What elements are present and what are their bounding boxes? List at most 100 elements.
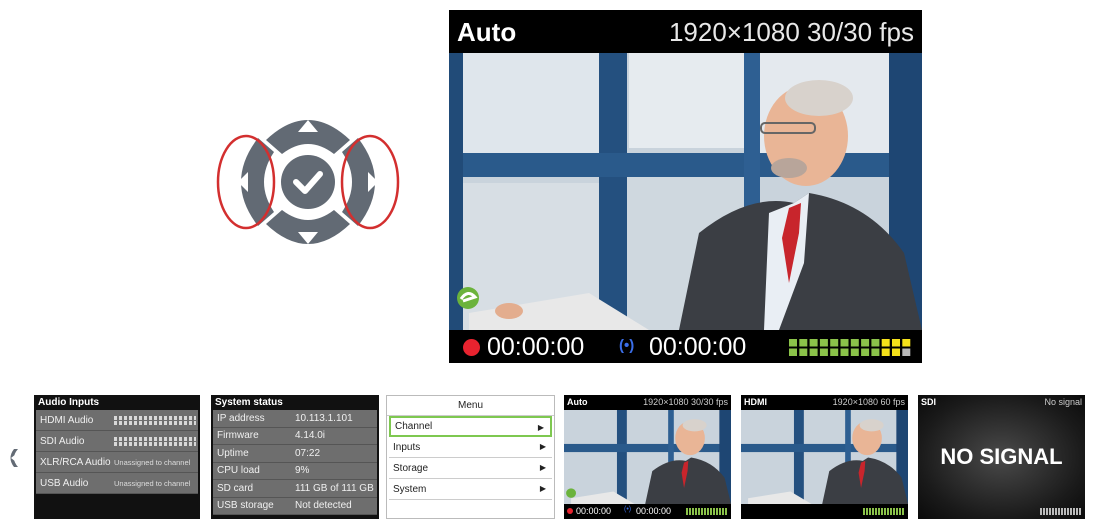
row-label: HDMI Audio [40, 414, 94, 426]
epiphan-logo-icon [457, 287, 479, 309]
menu-panel: Menu Channel ▶ Inputs ▶ Storage ▶ System ▶ [386, 395, 555, 519]
thumb-footer [918, 504, 1085, 519]
menu-item-channel[interactable]: Channel ▶ [389, 416, 552, 437]
video-frame-image [564, 410, 731, 504]
meter-segment [840, 348, 849, 356]
row-label: IP address [217, 412, 265, 424]
chevron-right-icon: ▶ [539, 484, 546, 493]
meter-segment [871, 348, 880, 356]
thumb-header: SDI No signal [918, 395, 1085, 410]
audio-row-sdi[interactable]: SDI Audio [36, 431, 198, 452]
menu-item-storage[interactable]: Storage ▶ [389, 458, 552, 479]
meter-segment [819, 339, 828, 347]
meter-segment [892, 348, 900, 356]
row-value: Unassigned to channel [114, 478, 191, 488]
audio-row-hdmi[interactable]: HDMI Audio [36, 410, 198, 431]
thumb-name: HDMI [744, 397, 767, 407]
video-frame-image [449, 53, 922, 330]
status-row-cpu: CPU load 9% [213, 462, 377, 480]
audio-row-xlr[interactable]: XLR/RCA Audio Unassigned to channel [36, 452, 198, 473]
meter-segment [850, 348, 859, 356]
scroll-left-icon[interactable] [8, 447, 20, 469]
row-value: Not detected [295, 500, 352, 512]
row-label: Uptime [217, 447, 249, 459]
status-row-ip: IP address 10.113.1.101 [213, 410, 377, 428]
panel-title: System status [211, 395, 379, 410]
meter-segment [871, 339, 880, 347]
meter-segment [789, 348, 797, 356]
stream-timer: 00:00:00 [649, 333, 747, 361]
row-label: XLR/RCA Audio [40, 456, 111, 468]
meter-segment [830, 348, 839, 356]
chevron-right-icon: ▶ [537, 423, 544, 432]
audio-level-meter [114, 437, 196, 446]
no-signal-message: NO SIGNAL [940, 444, 1063, 469]
status-row-firmware: Firmware 4.14.0i [213, 427, 377, 445]
status-row-sd: SD card 111 GB of 111 GB [213, 480, 377, 498]
thumb-header: HDMI 1920×1080 60 fps [741, 395, 908, 410]
resolution-label: 1920×1080 30/30 fps [668, 17, 914, 47]
meter-segment [881, 339, 890, 347]
meter-segment [830, 339, 839, 347]
status-row-usb: USB storage Not detected [213, 497, 377, 515]
meter-segment [861, 348, 870, 356]
thumb-footer [741, 504, 908, 519]
record-timer: 00:00:00 [487, 333, 585, 361]
menu-title: Menu [387, 396, 554, 416]
select-button[interactable] [281, 155, 335, 209]
status-row-uptime: Uptime 07:22 [213, 445, 377, 463]
row-label: SD card [217, 482, 254, 494]
thumb-resolution: 1920×1080 60 fps [832, 397, 905, 407]
main-display: Auto 1920×1080 30/30 fps 00:00:00 (•) 00… [449, 10, 922, 363]
row-value: 10.113.1.101 [295, 412, 353, 424]
thumb-resolution: 1920×1080 30/30 fps [643, 397, 728, 407]
thumb-sdi[interactable]: SDI No signal NO SIGNAL [918, 395, 1085, 519]
audio-level-meter [863, 508, 905, 515]
thumb-name: SDI [921, 397, 937, 407]
menu-item-label: Inputs [393, 441, 421, 453]
meter-segment [789, 339, 797, 347]
record-indicator-icon [463, 339, 480, 356]
meter-segment [902, 339, 911, 347]
audio-level-meter [114, 416, 196, 425]
stream-timer: 00:00:00 [636, 506, 672, 516]
thumb-auto[interactable]: Auto 1920×1080 30/30 fps 00:00:00 (•) 00… [564, 395, 731, 519]
row-value: 07:22 [295, 447, 321, 459]
row-label: SDI Audio [40, 435, 85, 447]
thumb-preview [564, 410, 731, 504]
meter-segment [809, 339, 818, 347]
meter-segment [819, 348, 828, 356]
thumb-preview [741, 410, 908, 504]
meter-segment [799, 339, 808, 347]
thumb-name: Auto [567, 397, 588, 407]
row-label: USB Audio [40, 477, 89, 489]
meter-segment [799, 348, 808, 356]
thumb-resolution: No signal [1044, 397, 1082, 407]
video-frame-image [741, 410, 908, 504]
stream-indicator-icon: (•) [619, 337, 635, 354]
thumb-header: Auto 1920×1080 30/30 fps [564, 395, 731, 410]
chevron-right-icon: ▶ [539, 442, 546, 451]
display-header: Auto 1920×1080 30/30 fps [449, 10, 922, 53]
menu-item-label: Storage [393, 462, 429, 474]
thumb-hdmi[interactable]: HDMI 1920×1080 60 fps [741, 395, 908, 519]
row-value: 9% [295, 465, 310, 477]
meter-segment [861, 339, 870, 347]
navigation-dpad [216, 120, 400, 244]
menu-item-inputs[interactable]: Inputs ▶ [389, 437, 552, 458]
thumb-footer: 00:00:00 (•) 00:00:00 [564, 504, 731, 519]
audio-level-meter [1040, 508, 1082, 515]
system-status-panel: System status IP address 10.113.1.101 Fir… [211, 395, 379, 519]
chevron-right-icon: ▶ [539, 463, 546, 472]
audio-level-meter [789, 339, 911, 356]
row-label: USB storage [217, 500, 274, 512]
audio-row-usb[interactable]: USB Audio Unassigned to channel [36, 473, 198, 494]
meter-segment [850, 339, 859, 347]
audio-level-meter [686, 508, 728, 515]
input-name: Auto [457, 17, 517, 47]
panel-title: Audio Inputs [34, 395, 200, 410]
menu-item-system[interactable]: System ▶ [389, 479, 552, 500]
record-indicator-icon [567, 508, 573, 514]
meter-segment [902, 348, 911, 356]
meter-segment [840, 339, 849, 347]
